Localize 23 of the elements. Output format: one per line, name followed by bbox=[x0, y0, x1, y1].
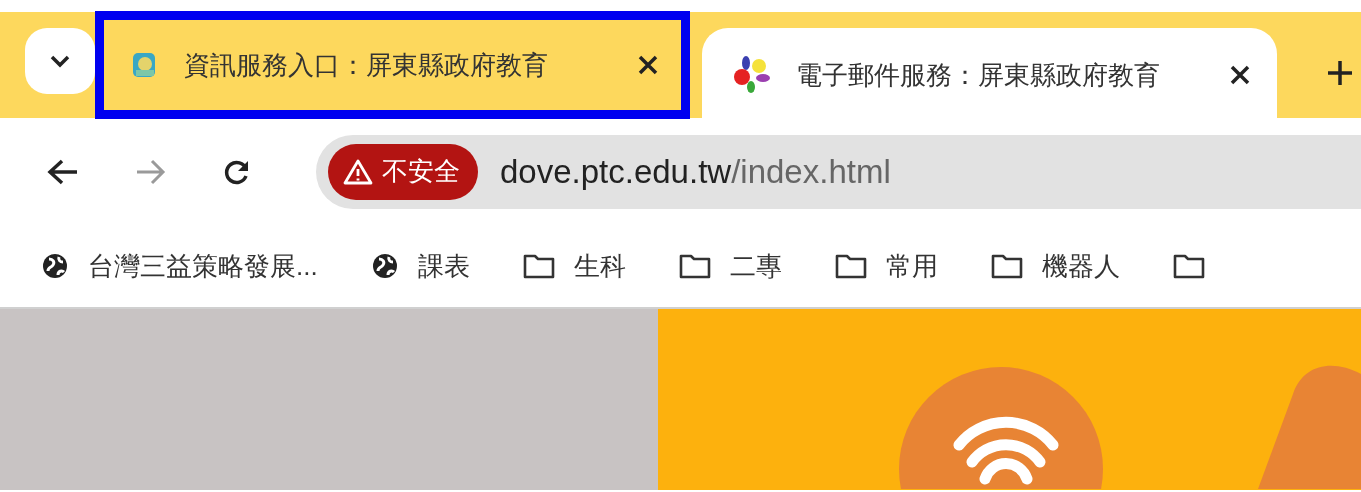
bookmark-item[interactable]: 常用 bbox=[885, 248, 938, 284]
flower-icon bbox=[732, 55, 772, 95]
folder-icon[interactable] bbox=[989, 252, 1024, 280]
folder-icon[interactable] bbox=[677, 252, 712, 280]
bookmark-item[interactable]: 二專 bbox=[729, 248, 782, 284]
not-secure-chip[interactable]: 不安全 bbox=[328, 143, 478, 200]
bookmark-item[interactable]: 生科 bbox=[573, 248, 626, 284]
warning-icon bbox=[342, 157, 374, 186]
tab-title: 電子郵件服務：屏東縣政府教育 bbox=[796, 58, 1161, 92]
tab-title: 資訊服務入口：屏東縣政府教育 bbox=[184, 48, 549, 82]
bookmark-item[interactable]: 台灣三益策略發展... bbox=[88, 248, 318, 284]
folder-icon[interactable] bbox=[833, 252, 868, 280]
chevron-down-icon bbox=[49, 54, 71, 68]
bookmark-item[interactable]: 機器人 bbox=[1041, 248, 1120, 284]
url-text: dove.ptc.edu.tw/index.html bbox=[500, 152, 891, 191]
close-icon[interactable] bbox=[637, 54, 659, 76]
address-bar[interactable]: 不安全 dove.ptc.edu.tw/index.html bbox=[316, 134, 1361, 209]
folder-icon[interactable] bbox=[1171, 252, 1206, 280]
browser-tab[interactable]: 資訊服務入口：屏東縣政府教育 bbox=[100, 16, 685, 114]
close-icon[interactable] bbox=[1229, 64, 1251, 86]
new-tab-icon[interactable] bbox=[1325, 58, 1355, 88]
folder-icon[interactable] bbox=[521, 252, 556, 280]
bookmark-item[interactable]: 課表 bbox=[417, 248, 470, 284]
